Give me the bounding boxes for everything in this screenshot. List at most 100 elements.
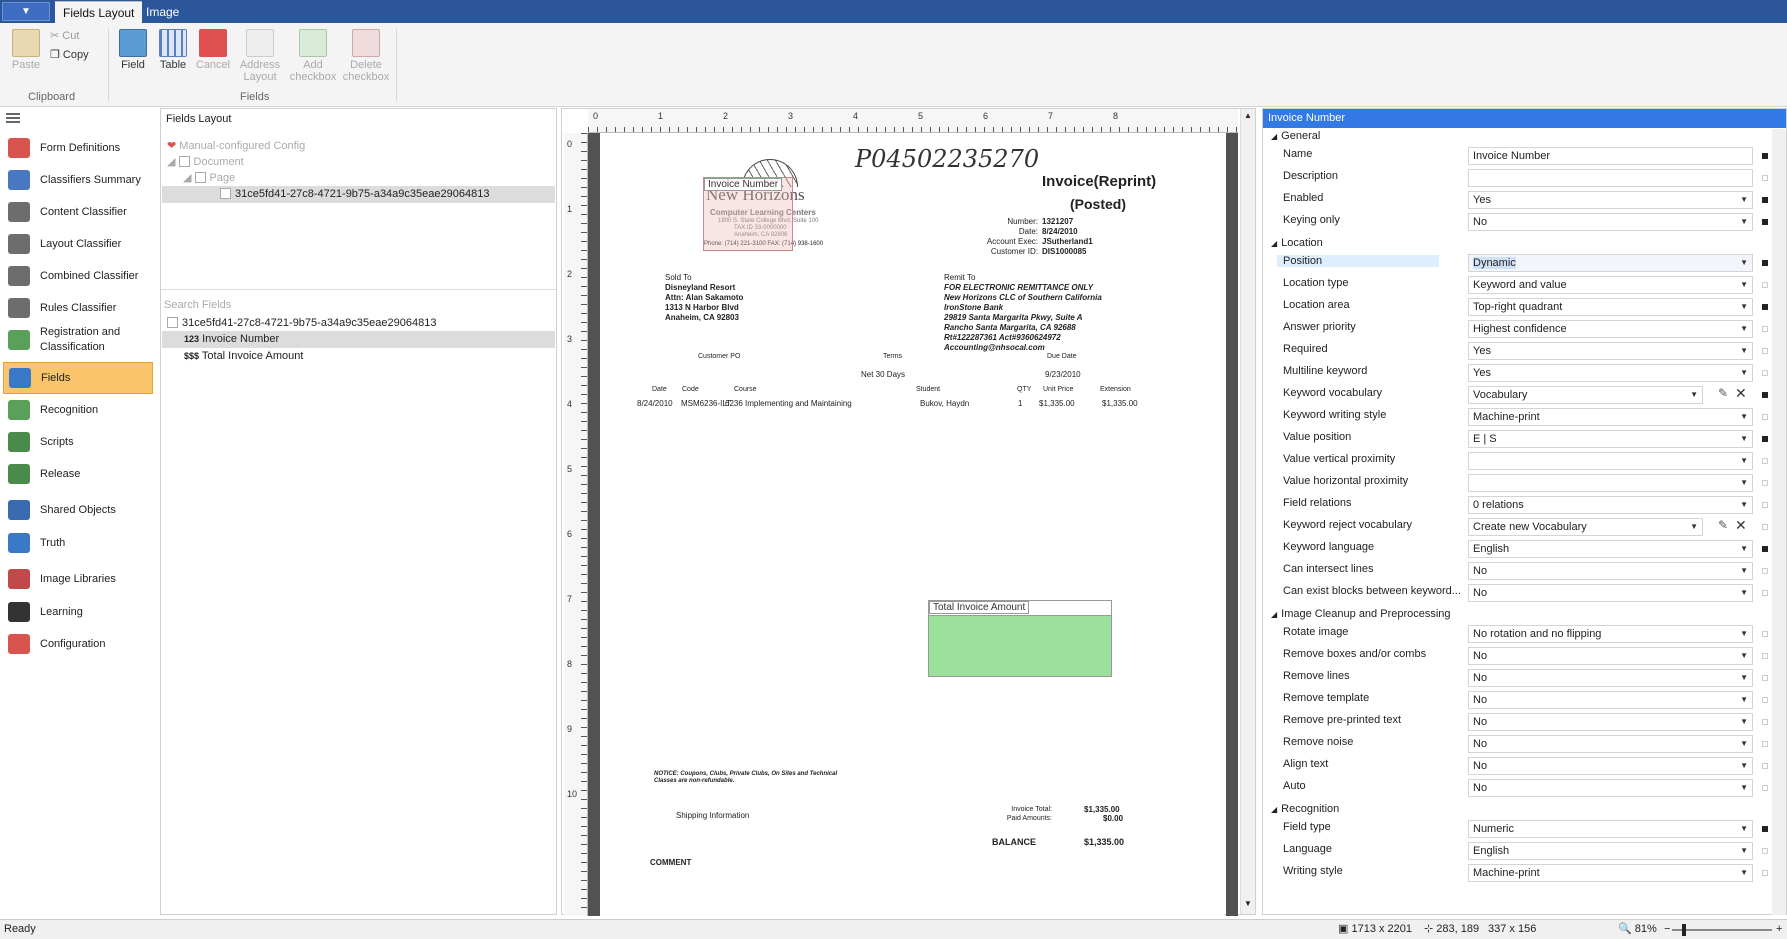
paste-icon: [12, 29, 40, 57]
search-fields-input[interactable]: Search Fields: [164, 297, 231, 314]
prop-value-text: Numeric: [1473, 823, 1514, 835]
image-viewer[interactable]: 012345678 0 1 2 3 4 5 6 7 8 9 10 ▲ ▼ P04502235270 I…: [561, 108, 1256, 916]
app-menu-button[interactable]: ▼: [2, 2, 50, 21]
viewer-margin-right: [1226, 133, 1238, 916]
nav-item-scripts[interactable]: Scripts: [3, 426, 153, 458]
prop-value-multiline-keyword[interactable]: Yes ▼: [1468, 364, 1753, 382]
nav-item-release[interactable]: Release: [3, 458, 153, 490]
prop-value-value-vertical-proximity[interactable]: ▼: [1468, 452, 1753, 470]
total-invoice-amount-zone[interactable]: Total Invoice Amount: [928, 600, 1112, 677]
section-recognition[interactable]: ◢ Recognition: [1271, 803, 1339, 815]
prop-value-description[interactable]: [1468, 169, 1753, 187]
copy-button[interactable]: ❐ Copy: [50, 48, 89, 61]
prop-value-location-type[interactable]: Keyword and value ▼: [1468, 276, 1753, 294]
nav-item-configuration[interactable]: Configuration: [3, 628, 153, 660]
tree-document[interactable]: ◢ Document: [167, 154, 244, 171]
zoom-slider-thumb[interactable]: [1682, 924, 1686, 936]
tree-guid-row[interactable]: 31ce5fd41-27c8-4721-9b75-a34a9c35eae2906…: [162, 186, 555, 203]
prop-value-align-text[interactable]: No ▼: [1468, 757, 1753, 775]
edit-icon[interactable]: ✎: [1718, 518, 1728, 532]
nav-item-combined-classifier[interactable]: Combined Classifier: [3, 260, 153, 292]
delete-checkbox-button[interactable]: Delete checkbox: [340, 25, 392, 83]
prop-value-keyword-language[interactable]: English ▼: [1468, 540, 1753, 558]
prop-value-location-area[interactable]: Top-right quadrant ▼: [1468, 298, 1753, 316]
prop-value-keyword-reject-vocabulary[interactable]: Create new Vocabulary ▼: [1468, 518, 1703, 536]
prop-value-answer-priority[interactable]: Highest confidence ▼: [1468, 320, 1753, 338]
add-checkbox-button[interactable]: Add checkbox: [288, 25, 338, 83]
field-icon: [119, 29, 147, 57]
section-location[interactable]: ◢ Location: [1271, 237, 1323, 249]
prop-value-position[interactable]: Dynamic ▼: [1468, 254, 1753, 272]
invoice-number-zone[interactable]: Invoice Number: [703, 177, 793, 251]
field-item-invoice-number[interactable]: 123 Invoice Number: [162, 331, 555, 348]
zoom-slider[interactable]: [1672, 929, 1772, 931]
prop-value-can-exist-blocks-between-keyword[interactable]: No ▼: [1468, 584, 1753, 602]
section-general[interactable]: ◢ General: [1271, 130, 1320, 142]
prop-value-remove-lines[interactable]: No ▼: [1468, 669, 1753, 687]
prop-value-keyword-vocabulary[interactable]: Vocabulary ▼: [1468, 386, 1703, 404]
chevron-down-icon: ▼: [1740, 302, 1748, 311]
fields-list-guid[interactable]: 31ce5fd41-27c8-4721-9b75-a34a9c35eae2906…: [167, 315, 436, 332]
cut-button[interactable]: ✂ Cut: [50, 29, 79, 42]
remit-to-line: FOR ELECTRONIC REMITTANCE ONLY: [944, 283, 1094, 292]
properties-scrollbar[interactable]: [1772, 129, 1786, 915]
nav-item-registration-and-classification[interactable]: Registration and Classification: [3, 324, 153, 356]
prop-value-value-horizontal-proximity[interactable]: ▼: [1468, 474, 1753, 492]
fields-group-label: Fields: [240, 91, 270, 103]
classifiers-summary-icon: [8, 170, 30, 190]
title-bar: ▼ Fields Layout Image: [0, 0, 1787, 23]
close-icon[interactable]: ✕: [1735, 517, 1747, 534]
tree-config[interactable]: ❤ Manual-configured Config: [167, 138, 305, 155]
nav-item-image-libraries[interactable]: Image Libraries: [3, 563, 153, 595]
viewer-scrollbar[interactable]: ▲ ▼: [1240, 109, 1255, 914]
nav-item-layout-classifier[interactable]: Layout Classifier: [3, 228, 153, 260]
prop-value-value-position[interactable]: E | S ▼: [1468, 430, 1753, 448]
prop-value-remove-template[interactable]: No ▼: [1468, 691, 1753, 709]
tab-image[interactable]: Image: [138, 1, 187, 23]
ruler-tick-label: 8: [567, 659, 573, 669]
prop-value-can-intersect-lines[interactable]: No ▼: [1468, 562, 1753, 580]
nav-item-content-classifier[interactable]: Content Classifier: [3, 196, 153, 228]
zoom-icon: 🔍: [1618, 923, 1632, 935]
prop-value-auto[interactable]: No ▼: [1468, 779, 1753, 797]
prop-value-text: No: [1473, 694, 1488, 706]
edit-icon[interactable]: ✎: [1718, 386, 1728, 400]
prop-value-remove-pre-printed-text[interactable]: No ▼: [1468, 713, 1753, 731]
properties-panel: Invoice Number ◢ General Name Invoice Numbe…: [1262, 108, 1787, 915]
nav-item-form-definitions[interactable]: Form Definitions: [3, 132, 153, 164]
zoom-in-button[interactable]: +: [1776, 920, 1782, 939]
prop-value-rotate-image[interactable]: No rotation and no flipping ▼: [1468, 625, 1753, 643]
nav-item-classifiers-summary[interactable]: Classifiers Summary: [3, 164, 153, 196]
collapse-icon: ◢: [1271, 805, 1278, 814]
nav-item-fields[interactable]: Fields: [3, 362, 153, 394]
nav-item-rules-classifier[interactable]: Rules Classifier: [3, 292, 153, 324]
nav-menu-toggle[interactable]: [0, 108, 158, 130]
prop-value-enabled[interactable]: Yes ▼: [1468, 191, 1753, 209]
nav-item-truth[interactable]: Truth: [3, 527, 153, 559]
nav-item-recognition[interactable]: Recognition: [3, 394, 153, 426]
prop-value-field-relations[interactable]: 0 relations ▼: [1468, 496, 1753, 514]
prop-value-remove-noise[interactable]: No ▼: [1468, 735, 1753, 753]
ruler-tick-label: 8: [1113, 111, 1119, 121]
field-item-total-invoice-amount[interactable]: $$$ Total Invoice Amount: [162, 348, 303, 365]
zoom-out-button[interactable]: −: [1664, 920, 1670, 939]
tab-fields-layout[interactable]: Fields Layout: [55, 1, 143, 23]
nav-item-learning[interactable]: Learning: [3, 596, 153, 628]
prop-value-remove-boxes-and-or-combs[interactable]: No ▼: [1468, 647, 1753, 665]
paste-button[interactable]: Paste: [3, 25, 49, 71]
cancel-button[interactable]: Cancel: [190, 25, 236, 71]
prop-value-required[interactable]: Yes ▼: [1468, 342, 1753, 360]
tree-page[interactable]: ◢ Page: [183, 170, 235, 187]
nav-item-shared-objects[interactable]: Shared Objects: [3, 494, 153, 526]
address-layout-button[interactable]: Address Layout: [236, 25, 284, 83]
line-header: Student: [916, 386, 941, 393]
prop-value-name[interactable]: Invoice Number: [1468, 147, 1753, 165]
prop-value-keyword-writing-style[interactable]: Machine-print ▼: [1468, 408, 1753, 426]
close-icon[interactable]: ✕: [1735, 385, 1747, 402]
prop-value-language[interactable]: English ▼: [1468, 842, 1753, 860]
prop-value-keying-only[interactable]: No ▼: [1468, 213, 1753, 231]
prop-value-field-type[interactable]: Numeric ▼: [1468, 820, 1753, 838]
prop-value-writing-style[interactable]: Machine-print ▼: [1468, 864, 1753, 882]
section-image-cleanup-and-preprocessing[interactable]: ◢ Image Cleanup and Preprocessing: [1271, 608, 1451, 620]
nav-item-label: Layout Classifier: [40, 237, 122, 250]
